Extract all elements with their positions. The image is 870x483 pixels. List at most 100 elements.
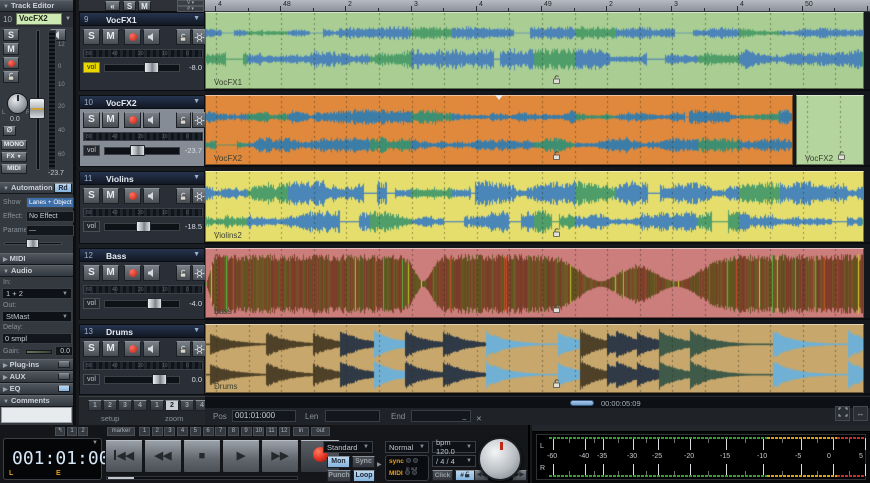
expand-arrow-icon[interactable]: ▶	[377, 461, 382, 468]
fx-button[interactable]: FX ▼	[1, 152, 27, 162]
audio-clip[interactable]: Bass	[205, 248, 864, 318]
volume-slider-thumb[interactable]	[152, 374, 167, 385]
track-lane[interactable]: Drums	[205, 324, 870, 395]
track-name-dropdown-icon[interactable]: ▼	[65, 16, 71, 22]
track-record-button[interactable]	[124, 112, 141, 128]
punch-in-button[interactable]: in	[293, 427, 309, 436]
marker-number-button[interactable]: 10	[253, 427, 264, 436]
clip-lock[interactable]	[552, 151, 562, 162]
clip-lock[interactable]	[552, 75, 562, 86]
track-record-button[interactable]	[124, 29, 141, 45]
setup-button[interactable]: 4	[133, 400, 147, 411]
track-editor-header[interactable]: ▼Track Editor	[0, 0, 73, 12]
automation-read-button[interactable]: Rd	[54, 183, 72, 193]
marker-number-button[interactable]: 9	[241, 427, 252, 436]
track-speaker-button[interactable]	[143, 265, 160, 281]
comments-textarea[interactable]	[1, 407, 72, 423]
forward-button[interactable]: ▶▶	[261, 440, 299, 473]
marker-number-button[interactable]: 7	[215, 427, 226, 436]
close-button[interactable]: ✕	[476, 415, 482, 423]
track-title-bar[interactable]: 10VocFX2▼	[80, 96, 204, 109]
midi-section-header[interactable]: ▶MIDI	[0, 253, 73, 265]
go-to-start-button[interactable]: ◀◀	[105, 440, 143, 473]
clip-lock[interactable]	[552, 379, 562, 390]
zoom-level-button[interactable]: 3	[180, 400, 194, 411]
setup-button[interactable]: 2	[103, 400, 117, 411]
chevron-down-icon[interactable]: ▼	[193, 15, 200, 22]
pos-field[interactable]: 001:01:000	[232, 410, 296, 422]
track-lock-button[interactable]	[176, 112, 191, 128]
volume-label[interactable]: vol	[83, 374, 100, 385]
track-title-bar[interactable]: 12Bass▼	[80, 249, 204, 262]
tempo-field[interactable]: bpm 120.0▼	[432, 441, 476, 453]
monitor-button[interactable]: Mon	[327, 456, 350, 468]
clip-marker-icon[interactable]	[495, 95, 503, 100]
editor-lock-button[interactable]	[3, 71, 19, 83]
chevron-down-icon[interactable]: ▼	[193, 98, 200, 105]
click-button[interactable]: Click	[432, 470, 453, 481]
marker-number-button[interactable]: 12	[279, 427, 290, 436]
track-speaker-button[interactable]	[143, 29, 160, 45]
chevron-down-icon[interactable]: ▼	[193, 174, 200, 181]
track-solo-button[interactable]: S	[83, 29, 100, 45]
horizontal-scrollbar[interactable]: 00:00:05:09	[205, 396, 870, 408]
rewind-button[interactable]: ◀◀	[144, 440, 182, 473]
timeline-ruler[interactable]: 44823449234502	[205, 0, 870, 12]
audio-clip[interactable]: Drums	[205, 324, 864, 393]
track-lane[interactable]: Violins2	[205, 171, 870, 244]
track-speaker-button[interactable]	[143, 341, 160, 357]
grid-lock-button[interactable]: #	[455, 470, 476, 481]
clip-lock[interactable]	[552, 228, 562, 239]
track-lock-button[interactable]	[176, 188, 191, 204]
range-back-button[interactable]: ↰	[55, 427, 65, 436]
track-speaker-button[interactable]	[143, 188, 160, 204]
volume-slider-thumb[interactable]	[144, 62, 159, 73]
track-header[interactable]: 13Drums▼SM804020100vol0.0	[79, 324, 205, 395]
track-record-button[interactable]	[124, 265, 141, 281]
volume-slider-thumb[interactable]	[147, 298, 162, 309]
volume-label[interactable]: vol	[83, 145, 100, 156]
audio-clip[interactable]: Violins2	[205, 171, 864, 242]
range-2-button[interactable]: 2	[78, 427, 88, 436]
track-mute-button[interactable]: M	[102, 29, 119, 45]
input-select[interactable]: 1 + 2▼	[2, 288, 72, 299]
marker-button[interactable]: marker	[107, 427, 135, 436]
volume-slider-track[interactable]	[104, 64, 180, 72]
volume-label[interactable]: vol	[83, 298, 100, 309]
editor-mute-button[interactable]: M	[3, 43, 19, 55]
volume-slider-thumb[interactable]	[130, 145, 145, 156]
aux-state-button[interactable]	[58, 373, 70, 380]
track-lock-button[interactable]	[176, 341, 191, 357]
track-title-bar[interactable]: 9VocFX1▼	[80, 13, 204, 26]
audio-clip[interactable]: VocFX2	[205, 95, 793, 165]
range-1-button[interactable]: 1	[67, 427, 77, 436]
stop-button[interactable]: ■	[183, 440, 221, 473]
clip-lock[interactable]	[837, 151, 847, 162]
volume-label[interactable]: vol	[83, 221, 100, 232]
track-settings-button[interactable]	[192, 112, 206, 128]
time-display[interactable]: 001:01:000 ▼ L E	[3, 438, 102, 480]
global-solo-button[interactable]: S	[123, 1, 136, 11]
gain-slider[interactable]	[26, 350, 52, 354]
shuttle-slider[interactable]	[106, 476, 298, 480]
marker-number-button[interactable]: 1	[139, 427, 150, 436]
play-button[interactable]: ▶	[222, 440, 260, 473]
quality-select[interactable]: Normal▼	[385, 441, 429, 453]
marker-number-button[interactable]: 2	[152, 427, 163, 436]
track-solo-button[interactable]: S	[83, 341, 100, 357]
eq-state-button[interactable]	[58, 385, 70, 392]
plugins-state-button[interactable]	[58, 361, 70, 368]
track-record-button[interactable]	[124, 188, 141, 204]
record-mode-select[interactable]: Standard▼	[323, 441, 373, 453]
punch-button[interactable]: Punch	[327, 470, 351, 482]
horizontal-resize-button[interactable]: ↔	[853, 406, 868, 421]
marker-number-button[interactable]: 11	[266, 427, 277, 436]
punch-out-button[interactable]: out	[311, 427, 330, 436]
track-lock-button[interactable]	[176, 29, 191, 45]
editor-record-button[interactable]	[3, 57, 19, 69]
len-field[interactable]	[325, 410, 380, 422]
volume-label[interactable]: vol	[83, 62, 100, 73]
audio-section-header[interactable]: ▼Audio	[0, 265, 73, 277]
comments-section-header[interactable]: ▼Comments	[0, 395, 73, 407]
track-mute-button[interactable]: M	[102, 265, 119, 281]
